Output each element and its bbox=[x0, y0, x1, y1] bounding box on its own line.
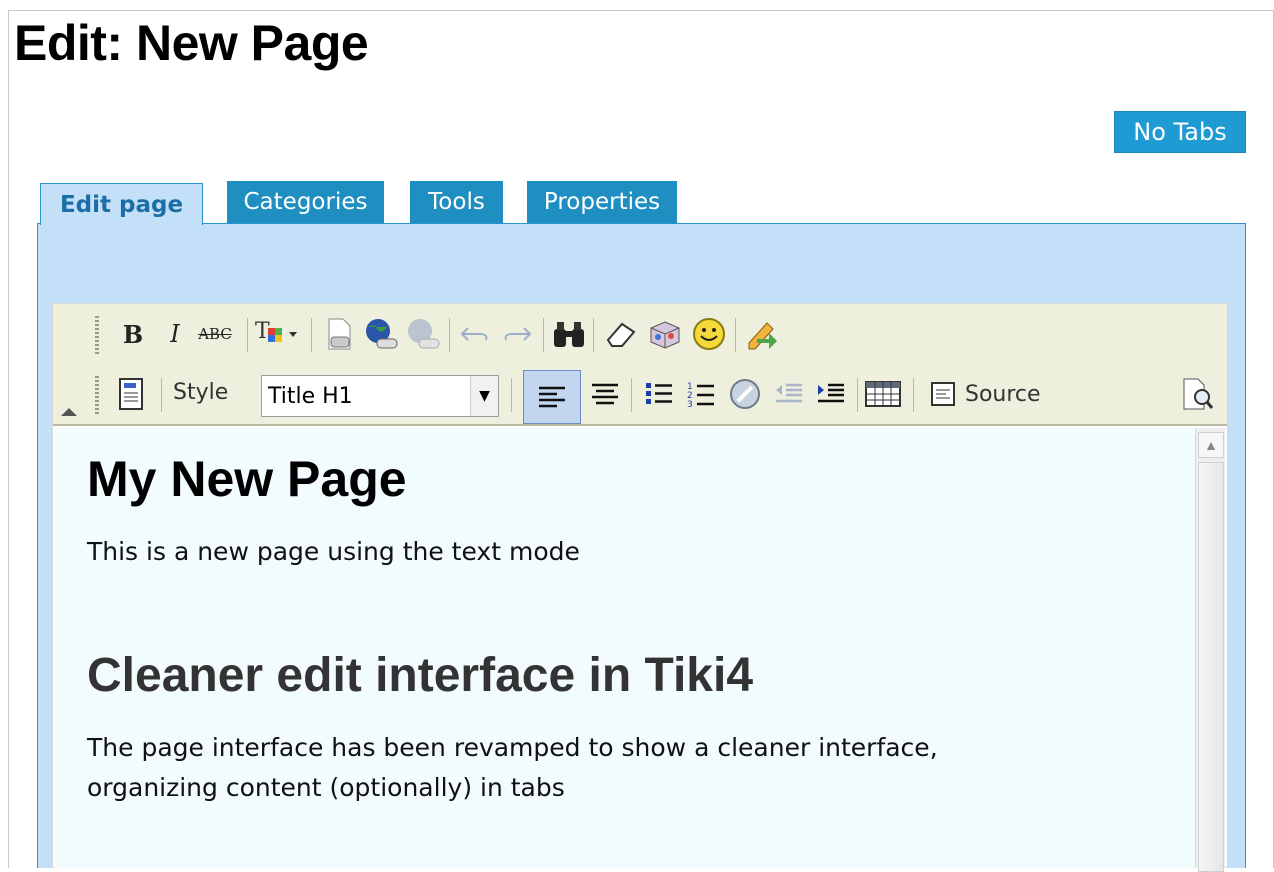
indent-icon[interactable] bbox=[811, 374, 851, 414]
separator bbox=[593, 318, 594, 352]
insert-link-icon[interactable] bbox=[361, 314, 401, 354]
content-paragraph-1: This is a new page using the text mode bbox=[87, 537, 580, 566]
content-heading-1: My New Page bbox=[87, 451, 407, 507]
style-select-value: Title H1 bbox=[268, 383, 353, 409]
separator bbox=[449, 318, 450, 352]
wysiwyg-editor: B I ABC T Style Title H1 ▼ 1 2 3 Source … bbox=[52, 303, 1228, 872]
separator bbox=[311, 318, 312, 352]
svg-text:T: T bbox=[255, 319, 270, 344]
separator bbox=[511, 378, 512, 412]
template-icon[interactable] bbox=[111, 374, 151, 414]
table-icon[interactable] bbox=[863, 374, 903, 414]
align-center-icon[interactable] bbox=[585, 374, 625, 414]
editor-toolbar: B I ABC T Style Title H1 ▼ 1 2 3 Source bbox=[53, 304, 1227, 426]
scroll-up-icon[interactable]: ▲ bbox=[1198, 432, 1224, 458]
outdent-icon[interactable] bbox=[769, 374, 809, 414]
page-title: Edit: New Page bbox=[14, 15, 369, 71]
redo-icon[interactable] bbox=[497, 314, 537, 354]
tab-properties[interactable]: Properties bbox=[527, 181, 677, 223]
separator bbox=[913, 378, 914, 412]
box-icon[interactable] bbox=[645, 314, 685, 354]
content-paragraph-2-line-1: The page interface has been revamped to … bbox=[87, 733, 938, 762]
separator bbox=[735, 318, 736, 352]
smiley-icon[interactable] bbox=[689, 314, 729, 354]
editor-scrollbar[interactable]: ▲ bbox=[1195, 428, 1225, 872]
svg-text:3: 3 bbox=[687, 400, 693, 408]
unlink-icon[interactable] bbox=[403, 314, 443, 354]
text-color-icon[interactable]: T bbox=[251, 314, 307, 354]
separator bbox=[631, 378, 632, 412]
tab-tools[interactable]: Tools bbox=[410, 181, 503, 223]
insert-compass-icon[interactable] bbox=[725, 374, 765, 414]
content-paragraph-2-line-2: organizing content (optionally) in tabs bbox=[87, 773, 565, 802]
source-icon[interactable] bbox=[923, 374, 963, 414]
style-label: Style bbox=[173, 380, 229, 405]
collapse-toolbar-icon[interactable] bbox=[61, 408, 77, 416]
source-label[interactable]: Source bbox=[965, 382, 1041, 407]
numbered-list-icon[interactable]: 123 bbox=[681, 374, 721, 414]
style-select[interactable]: Title H1 ▼ bbox=[261, 375, 499, 417]
italic-icon[interactable]: I bbox=[155, 314, 195, 354]
bullet-list-icon[interactable] bbox=[639, 374, 679, 414]
toolbar-grip[interactable] bbox=[95, 316, 99, 354]
align-left-icon[interactable] bbox=[523, 370, 581, 424]
edit-pencil-icon[interactable] bbox=[741, 314, 781, 354]
preview-icon[interactable] bbox=[1177, 374, 1217, 414]
insert-image-icon[interactable] bbox=[319, 314, 359, 354]
undo-icon[interactable] bbox=[455, 314, 495, 354]
editor-content[interactable]: My New Page This is a new page using the… bbox=[55, 428, 1195, 868]
separator bbox=[857, 378, 858, 412]
tab-edit-page[interactable]: Edit page bbox=[40, 183, 203, 225]
chevron-down-icon[interactable]: ▼ bbox=[470, 376, 498, 416]
content-heading-2: Cleaner edit interface in Tiki4 bbox=[87, 649, 754, 702]
separator bbox=[543, 318, 544, 352]
separator bbox=[161, 378, 162, 412]
tab-categories[interactable]: Categories bbox=[227, 181, 384, 223]
bold-icon[interactable]: B bbox=[113, 314, 153, 354]
no-tabs-button[interactable]: No Tabs bbox=[1114, 111, 1246, 153]
strikethrough-icon[interactable]: ABC bbox=[195, 314, 235, 354]
toolbar-grip[interactable] bbox=[95, 376, 99, 414]
find-icon[interactable] bbox=[549, 314, 589, 354]
separator bbox=[247, 318, 248, 352]
scroll-thumb[interactable] bbox=[1198, 462, 1224, 872]
eraser-icon[interactable] bbox=[601, 314, 641, 354]
